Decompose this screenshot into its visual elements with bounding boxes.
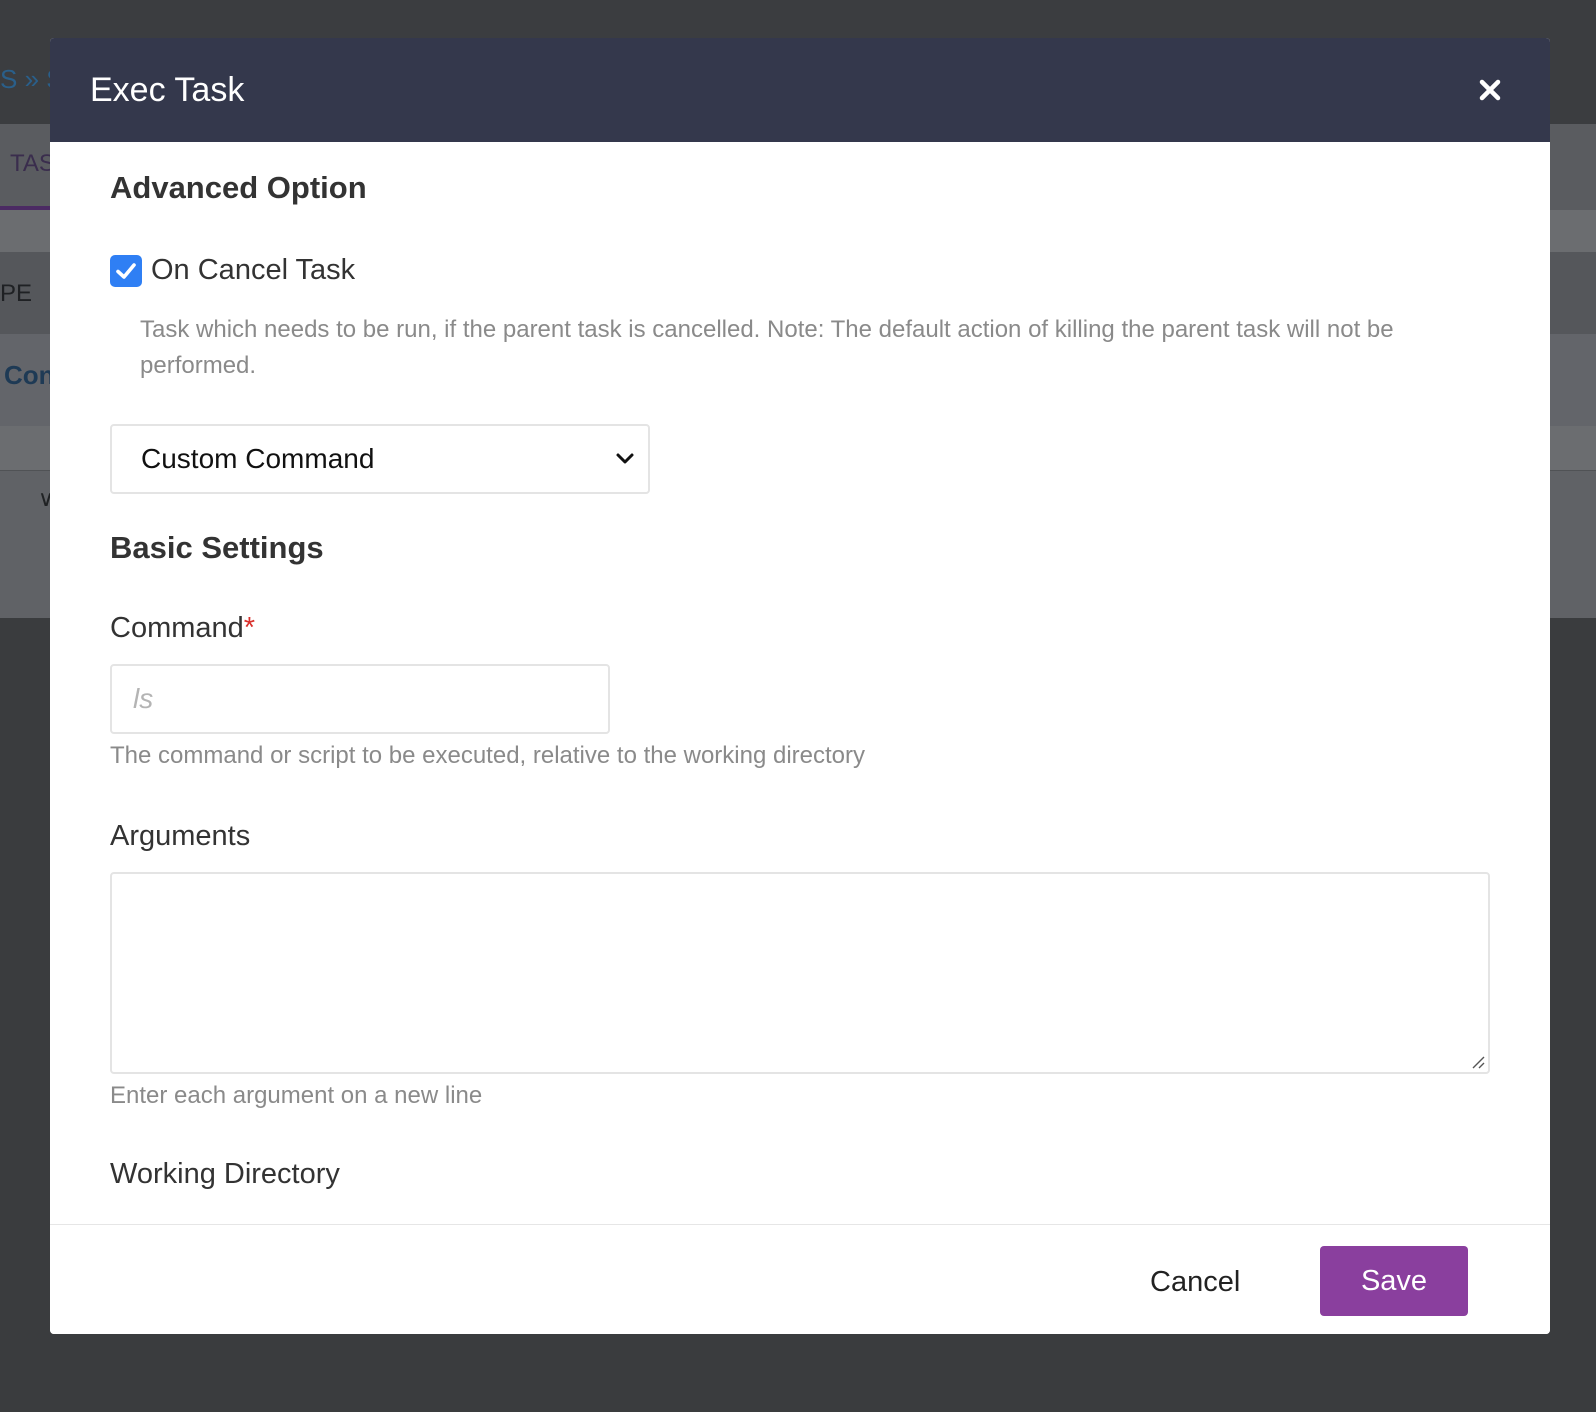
select-value: Custom Command: [141, 443, 375, 474]
command-input[interactable]: ls: [110, 664, 610, 734]
modal-body[interactable]: Advanced Option On Cancel Task Task whic…: [50, 142, 1550, 1222]
command-label-text: Command: [110, 612, 244, 644]
close-button[interactable]: [1470, 70, 1510, 110]
modal-header: Exec Task: [50, 38, 1550, 142]
background-tab: TAS: [10, 150, 55, 177]
chevron-down-icon: [616, 453, 634, 464]
cancel-button[interactable]: Cancel: [1150, 1247, 1240, 1317]
modal-footer: Cancel Save: [50, 1224, 1550, 1334]
save-button[interactable]: Save: [1320, 1246, 1468, 1316]
arguments-label: Arguments: [110, 820, 251, 852]
background-row-text: PE: [0, 280, 33, 307]
on-cancel-task-row[interactable]: On Cancel Task: [110, 254, 355, 287]
on-cancel-task-checkbox[interactable]: [110, 254, 142, 287]
advanced-option-heading: Advanced Option: [110, 170, 367, 205]
on-cancel-help-text: Task which needs to be run, if the paren…: [140, 316, 1394, 379]
working-directory-label: Working Directory: [110, 1158, 340, 1190]
required-asterisk: *: [243, 612, 256, 644]
exec-task-modal: Exec Task Advanced Option On Cancel Task…: [50, 38, 1550, 1334]
resize-handle-icon[interactable]: [1469, 1053, 1485, 1069]
close-icon: [1479, 79, 1501, 101]
on-cancel-command-select[interactable]: Custom Command: [110, 424, 650, 494]
on-cancel-task-label[interactable]: On Cancel Task: [151, 254, 355, 287]
checkmark-icon: [116, 262, 136, 279]
command-help-text: The command or script to be executed, re…: [110, 742, 866, 769]
command-label: Command*: [110, 612, 255, 645]
basic-settings-heading: Basic Settings: [110, 530, 324, 565]
command-placeholder: ls: [133, 683, 154, 714]
modal-title: Exec Task: [90, 70, 245, 109]
background-row-text: Con: [4, 360, 55, 390]
arguments-help-text: Enter each argument on a new line: [110, 1082, 483, 1109]
arguments-textarea[interactable]: [110, 872, 1490, 1074]
